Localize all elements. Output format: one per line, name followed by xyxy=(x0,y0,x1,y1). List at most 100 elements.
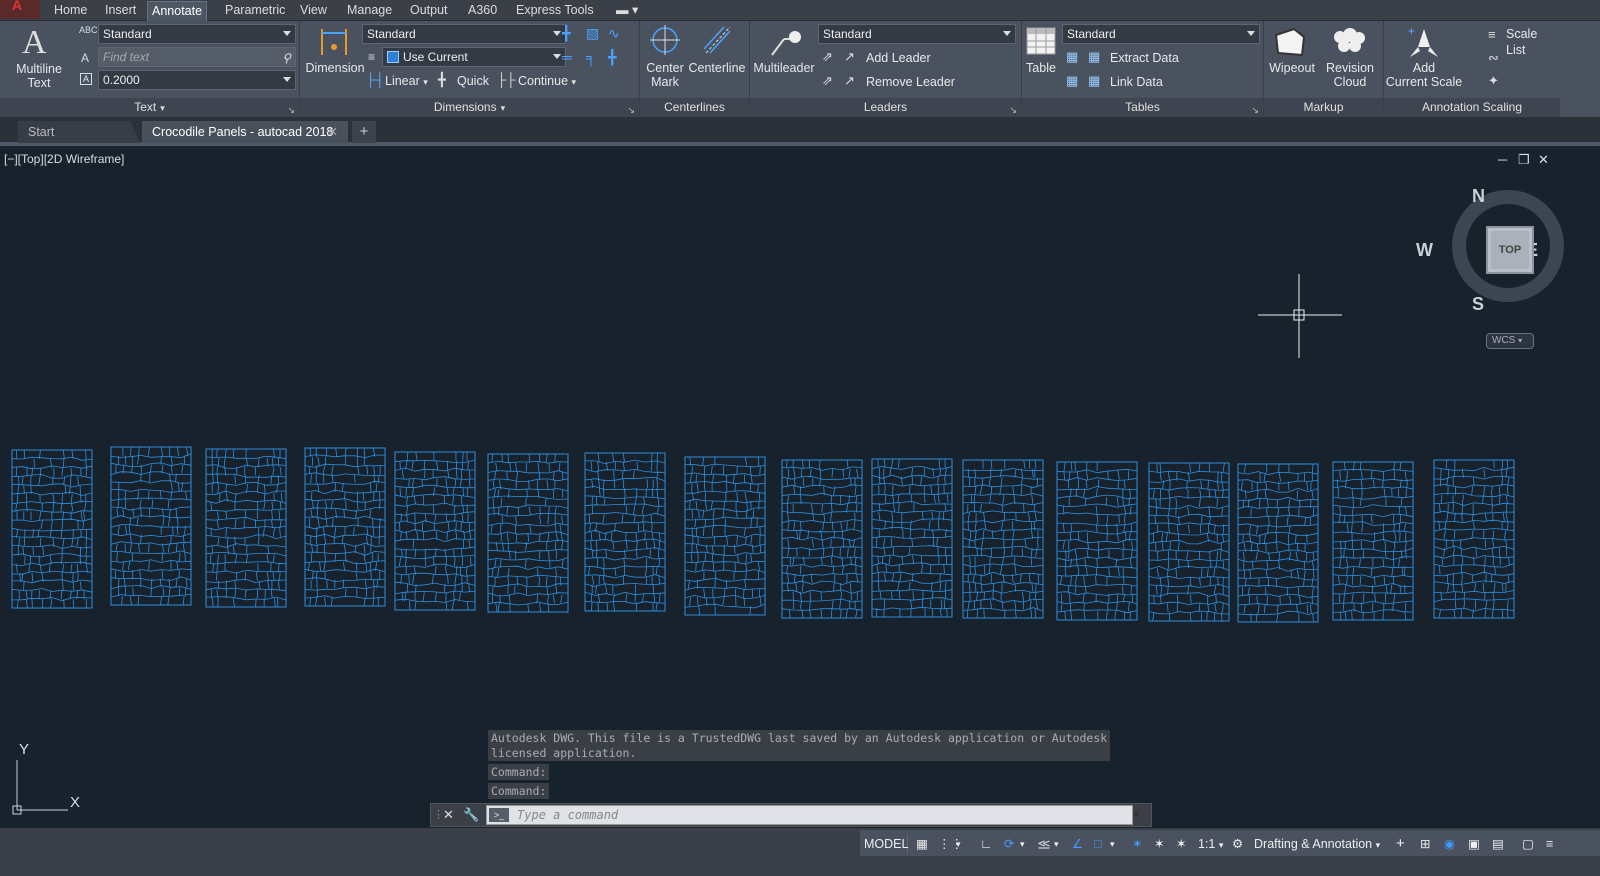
viewport-controls-label[interactable]: [−][Top][2D Wireframe] xyxy=(4,152,124,166)
crocodile-panel[interactable] xyxy=(781,459,863,619)
sync-scale-positions-icon[interactable]: ∾ xyxy=(1488,50,1499,66)
tab-parametric[interactable]: Parametric xyxy=(221,1,289,21)
data-link-icon[interactable]: ▦ xyxy=(1066,49,1078,65)
dimension-layer-dropdown[interactable]: Use Current xyxy=(382,47,566,67)
annotation-monitor-icon[interactable]: + xyxy=(1396,834,1405,854)
table-button[interactable]: Table xyxy=(1020,61,1062,75)
dimension-style-dropdown[interactable]: Standard xyxy=(362,24,566,44)
crocodile-panel[interactable] xyxy=(205,448,287,608)
annotation-visibility-icon[interactable]: ✶ xyxy=(1132,834,1142,854)
scale-list-button[interactable]: Scale List xyxy=(1506,26,1560,58)
reassociate-icon[interactable]: ╋ xyxy=(608,49,616,66)
annotation-scale-value[interactable]: 1:1 ▾ xyxy=(1198,834,1223,854)
download-from-source-icon[interactable]: ▦ xyxy=(1066,73,1078,89)
object-snap-tracking-icon[interactable]: ∠ xyxy=(1072,834,1083,854)
center-mark-button[interactable]: Center Mark xyxy=(640,61,690,89)
units-icon[interactable]: ⊞ xyxy=(1420,834,1430,854)
ortho-icon[interactable]: ∟ xyxy=(980,834,992,854)
center-mark-icon[interactable] xyxy=(650,25,680,55)
tab-annotate[interactable]: Annotate xyxy=(147,1,208,21)
dimensions-panel-label[interactable]: Dimensions ▾ ↘ xyxy=(300,98,639,117)
text-panel-label[interactable]: Text ▾ ↘ xyxy=(0,98,299,117)
linear-button[interactable]: Linear ▾ xyxy=(385,73,428,90)
add-leader-button[interactable]: Add Leader xyxy=(866,50,931,66)
close-command-line-icon[interactable]: ✕ xyxy=(443,807,454,823)
isodraft-dropdown-icon[interactable]: ▾ xyxy=(1054,834,1059,854)
tab-a360[interactable]: A360 xyxy=(464,1,501,21)
add-delete-scales-icon[interactable]: ✦ xyxy=(1488,73,1499,89)
multileader-style-dropdown[interactable]: Standard xyxy=(818,24,1016,44)
document-tab-start[interactable]: Start xyxy=(18,121,140,143)
dimension-button[interactable]: Dimension xyxy=(304,61,366,75)
tab-output[interactable]: Output xyxy=(406,1,452,21)
document-tab-crocodile-panels[interactable]: Crocodile Panels - autocad 2018 ✕ xyxy=(142,121,348,143)
polar-tracking-icon[interactable]: ⟳ xyxy=(1004,834,1014,854)
command-input[interactable]: Type a command xyxy=(486,805,1133,825)
find-text-input[interactable]: Find text ⚲ xyxy=(98,47,296,67)
restore-viewport-icon[interactable]: ❐ xyxy=(1518,152,1530,168)
crocodile-panel[interactable] xyxy=(584,452,666,612)
dimension-icon[interactable] xyxy=(320,25,348,57)
compass-north-label[interactable]: N xyxy=(1472,186,1485,207)
hardware-acceleration-icon[interactable]: ▤ xyxy=(1492,834,1504,854)
wipeout-icon[interactable] xyxy=(1274,27,1306,57)
wipeout-button[interactable]: Wipeout xyxy=(1264,61,1320,75)
multiline-text-icon[interactable]: A xyxy=(22,24,47,62)
workspace-switch-button[interactable]: Drafting & Annotation ▾ xyxy=(1254,834,1380,854)
check-spelling-icon[interactable]: ABC xyxy=(79,25,98,35)
tab-insert[interactable]: Insert xyxy=(101,1,140,21)
find-icon[interactable]: ⚲ xyxy=(282,49,291,67)
crocodile-panel[interactable] xyxy=(487,453,569,613)
crocodile-panel[interactable] xyxy=(684,456,766,616)
crocodile-panel[interactable] xyxy=(11,449,93,609)
isolate-objects-icon[interactable]: ▣ xyxy=(1468,834,1480,854)
continue-button[interactable]: Continue ▾ xyxy=(518,73,576,90)
multileader-icon[interactable] xyxy=(770,27,802,57)
isodraft-icon[interactable]: ⪣ xyxy=(1038,834,1050,854)
tab-manage[interactable]: Manage xyxy=(343,1,396,21)
crocodile-panel[interactable] xyxy=(962,459,1044,619)
centerline-button[interactable]: Centerline xyxy=(686,61,748,75)
break-icon[interactable]: ▧ xyxy=(586,25,599,42)
ucs-menu[interactable]: WCS ▾ xyxy=(1486,333,1534,349)
text-height-dropdown[interactable]: 0.2000 xyxy=(98,70,296,90)
recent-commands-icon[interactable]: >_ xyxy=(489,808,509,822)
compass-west-label[interactable]: W xyxy=(1416,240,1433,261)
polar-dropdown-icon[interactable]: ▾ xyxy=(1020,834,1025,854)
table-icon[interactable] xyxy=(1026,27,1056,55)
tab-home[interactable]: Home xyxy=(50,1,91,21)
ribbon-options-dropdown[interactable]: ▬ ▾ xyxy=(612,1,642,21)
add-current-scale-icon[interactable]: + xyxy=(1406,25,1442,59)
link-data-button[interactable]: Link Data xyxy=(1110,74,1163,90)
collect-leaders-icon[interactable]: ⇗ xyxy=(822,73,833,89)
viewcube-top-face[interactable]: TOP xyxy=(1486,226,1534,274)
snap-dropdown-icon[interactable]: ▾ xyxy=(956,834,961,854)
crocodile-panels-drawing[interactable] xyxy=(0,430,1560,630)
clean-screen-icon[interactable]: ▢ xyxy=(1522,834,1534,854)
customize-wrench-icon[interactable]: 🔧 xyxy=(463,807,479,823)
grid-icon[interactable]: ▦ xyxy=(916,834,928,854)
crocodile-panel[interactable] xyxy=(871,458,953,618)
auto-scale-icon[interactable]: ✶ xyxy=(1154,834,1164,854)
close-viewport-icon[interactable]: ✕ xyxy=(1538,152,1549,168)
close-tab-icon[interactable]: ✕ xyxy=(328,121,338,143)
crocodile-panel[interactable] xyxy=(394,451,476,611)
update-icon[interactable]: ╕ xyxy=(586,49,596,65)
minimize-viewport-icon[interactable]: ─ xyxy=(1498,152,1507,167)
customization-menu-icon[interactable]: ≡ xyxy=(1546,834,1553,854)
inspect-icon[interactable]: ═ xyxy=(562,49,572,65)
multileader-button[interactable]: Multileader xyxy=(750,61,818,75)
centerline-icon[interactable] xyxy=(702,25,732,55)
quick-properties-icon[interactable]: ◉ xyxy=(1444,834,1455,854)
add-current-scale-button[interactable]: Add Current Scale xyxy=(1384,61,1464,89)
multiline-text-button[interactable]: Multiline Text xyxy=(10,62,68,90)
crocodile-panel[interactable] xyxy=(1237,463,1319,623)
remove-leader-button[interactable]: Remove Leader xyxy=(866,74,955,90)
drawing-viewport[interactable]: [−][Top][2D Wireframe] ─ ❐ ✕ N S E W TOP… xyxy=(0,150,1600,828)
compass-south-label[interactable]: S xyxy=(1472,294,1484,315)
workspace-gear-icon[interactable]: ⚙ xyxy=(1232,834,1243,854)
jogged-linear-icon[interactable]: ∿ xyxy=(608,25,620,42)
crocodile-panel[interactable] xyxy=(1332,461,1414,621)
adjust-space-icon[interactable]: ╋ xyxy=(562,25,570,42)
object-snap-dropdown-icon[interactable]: ▾ xyxy=(1110,834,1115,854)
